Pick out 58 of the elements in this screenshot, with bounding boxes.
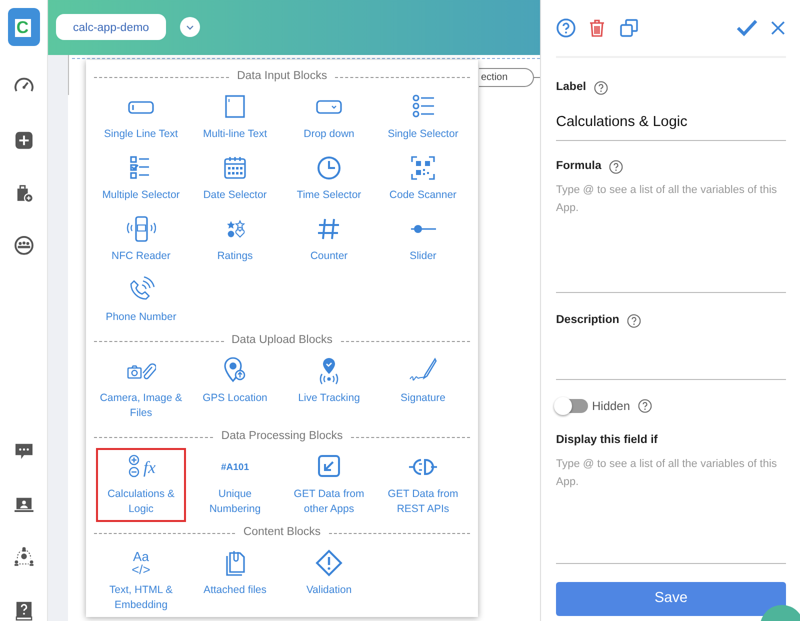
app-name-button[interactable]: calc-app-demo [56,14,166,40]
block-item[interactable]: Time Selector [284,149,374,208]
block-item[interactable]: Single Line Text [96,88,186,147]
dropdown-toggle-icon[interactable] [180,17,200,37]
help-icon[interactable] [627,314,642,328]
organization-icon[interactable] [12,546,34,568]
field-label: Label [556,80,586,95]
block-item[interactable]: GPS Location [190,352,280,426]
group-icon[interactable] [12,235,34,256]
block-item[interactable]: Camera, Image & Files [96,352,186,426]
block-item[interactable]: Aa </> Text, HTML & Embedding [96,544,186,618]
hidden-toggle[interactable] [556,398,588,412]
section-title: Data Processing Blocks [220,429,344,444]
section-button[interactable]: ection [479,68,534,87]
field-label: Formula [556,159,602,174]
toggle-label: Hidden [592,398,630,414]
save-button[interactable]: Save [556,582,786,616]
block-item[interactable]: Counter [284,210,374,269]
block-item[interactable]: Phone Number [96,271,186,330]
block-item[interactable]: Attached files [190,544,280,618]
block-item[interactable]: #A101 Unique Numbering [190,448,280,522]
help-icon[interactable] [556,18,576,38]
section-title: Content Blocks [242,525,322,540]
block-item[interactable]: fx Calculations & Logic [96,448,186,522]
warning-diamond-icon [314,549,344,577]
icon-text: Aa [132,550,150,563]
qr-code-icon [408,154,438,182]
icon-text: </> [132,563,150,576]
block-item[interactable]: Date Selector [190,149,280,208]
block-item[interactable]: Ratings [190,210,280,269]
add-icon[interactable] [12,130,34,150]
block-item[interactable]: Validation [284,544,374,618]
trash-icon[interactable] [587,18,607,38]
block-item[interactable]: Single Selector [378,88,468,147]
block-item[interactable]: GET Data from REST APIs [378,448,468,522]
block-item[interactable]: Multiple Selector [96,149,186,208]
help-icon[interactable] [609,160,624,174]
block-item[interactable]: Live Tracking [284,352,374,426]
field-label: Display this field if [556,432,658,448]
block-item[interactable]: Multi-line Text [190,88,280,147]
block-item[interactable]: Signature [378,352,468,426]
block-item[interactable]: GET Data from other Apps [284,448,374,522]
section-title: Data Input Blocks [236,69,328,84]
block-item[interactable]: Slider [378,210,468,269]
block-item[interactable]: Code Scanner [378,149,468,208]
nfc-phone-icon [126,215,156,243]
copy-icon[interactable] [619,18,639,38]
block-item[interactable]: NFC Reader [96,210,186,269]
slider-icon [410,224,436,234]
app-logo[interactable]: C [8,8,40,46]
help-icon[interactable] [638,398,652,412]
field-label: Description [556,313,620,328]
help-icon[interactable] [594,80,608,95]
block-item[interactable]: Drop down [284,88,374,147]
close-icon[interactable] [770,20,786,36]
check-icon[interactable] [736,18,758,38]
section-title: Data Upload Blocks [230,333,334,348]
icon-text: #A101 [221,460,249,474]
